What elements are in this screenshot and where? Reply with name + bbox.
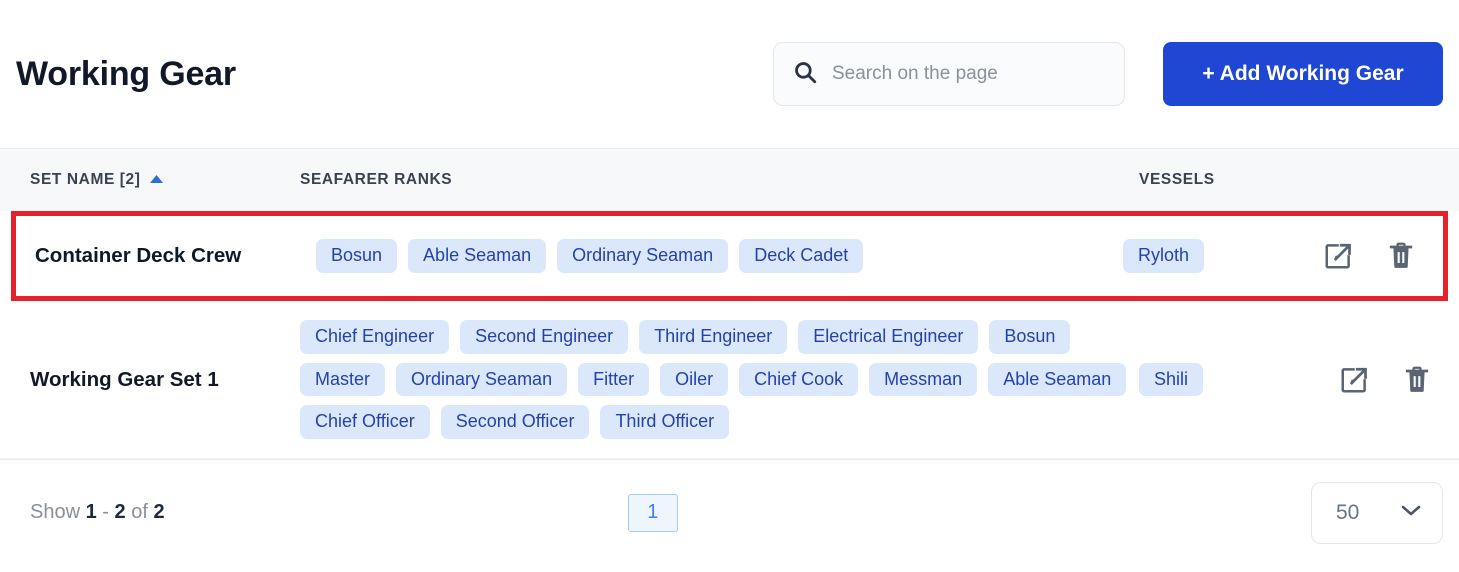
add-working-gear-button[interactable]: + Add Working Gear bbox=[1163, 42, 1443, 106]
vessel-tag-list: Ryloth bbox=[1123, 239, 1313, 273]
row-set-name-cell: Container Deck Crew bbox=[16, 244, 316, 268]
working-gear-page: Working Gear + Add Working Gear SET NAME… bbox=[0, 0, 1459, 572]
set-name-value: Container Deck Crew bbox=[35, 244, 242, 267]
rank-tag: Deck Cadet bbox=[739, 239, 864, 273]
range-from: 1 bbox=[85, 501, 97, 523]
column-header-set-name[interactable]: SET NAME [2] bbox=[0, 171, 300, 189]
rank-tag: Fitter bbox=[578, 362, 650, 397]
rank-tag: Ordinary Seaman bbox=[557, 239, 729, 273]
rank-tag: Messman bbox=[869, 362, 978, 397]
search-input[interactable] bbox=[832, 63, 1106, 85]
pagination: 1 bbox=[165, 493, 1311, 532]
rank-tag: Master bbox=[300, 362, 386, 397]
rank-tag: Chief Officer bbox=[300, 405, 430, 440]
page-title: Working Gear bbox=[16, 54, 236, 93]
column-header-seafarer-ranks[interactable]: SEAFARER RANKS bbox=[300, 171, 1139, 189]
search-box[interactable] bbox=[773, 42, 1125, 106]
table-header-row: SET NAME [2] SEAFARER RANKS VESSELS bbox=[0, 149, 1459, 211]
working-gear-table: SET NAME [2] SEAFARER RANKS VESSELS Cont… bbox=[0, 148, 1459, 565]
rank-tag: Able Seaman bbox=[988, 362, 1127, 397]
range-separator: - bbox=[102, 501, 109, 523]
rank-tag: Third Officer bbox=[600, 405, 730, 440]
rank-tag: Bosun bbox=[989, 319, 1071, 354]
rank-tag: Oiler bbox=[660, 362, 729, 397]
row-set-name-cell: Working Gear Set 1 bbox=[0, 368, 300, 392]
column-header-seafarer-ranks-label: SEAFARER RANKS bbox=[300, 171, 453, 188]
column-header-vessels-label: VESSELS bbox=[1139, 171, 1215, 188]
search-icon bbox=[792, 59, 818, 90]
row-actions-cell bbox=[1313, 241, 1443, 271]
of-label: of bbox=[131, 501, 148, 523]
rank-tag: Electrical Engineer bbox=[798, 319, 979, 354]
row-vessels-cell: Ryloth bbox=[1123, 239, 1313, 273]
show-label: Show bbox=[30, 501, 81, 523]
rank-tag-list: Chief Engineer Second Engineer Third Eng… bbox=[300, 319, 1139, 440]
rank-tag: Third Engineer bbox=[639, 319, 788, 354]
sort-ascending-icon[interactable] bbox=[149, 171, 164, 189]
rank-tag: Chief Engineer bbox=[300, 319, 450, 354]
column-header-set-name-label: SET NAME [2] bbox=[30, 171, 141, 188]
rank-tag: Able Seaman bbox=[408, 239, 547, 273]
delete-icon[interactable] bbox=[1403, 365, 1431, 395]
chevron-down-icon bbox=[1400, 503, 1422, 522]
per-page-select[interactable]: 50 bbox=[1311, 481, 1443, 544]
rank-tag: Ordinary Seaman bbox=[396, 362, 568, 397]
table-footer: Show 1 - 2 of 2 1 50 bbox=[0, 459, 1459, 565]
range-to: 2 bbox=[114, 501, 126, 523]
vessel-tag-list: Shili bbox=[1139, 362, 1329, 397]
total-count: 2 bbox=[153, 501, 165, 523]
row-seafarer-ranks-cell: Chief Engineer Second Engineer Third Eng… bbox=[300, 319, 1139, 440]
row-vessels-cell: Shili bbox=[1139, 362, 1329, 397]
delete-icon[interactable] bbox=[1387, 241, 1415, 271]
table-row[interactable]: Container Deck Crew Bosun Able Seaman Or… bbox=[11, 211, 1448, 301]
page-header: Working Gear + Add Working Gear bbox=[0, 0, 1459, 148]
row-seafarer-ranks-cell: Bosun Able Seaman Ordinary Seaman Deck C… bbox=[316, 239, 1123, 273]
column-header-vessels[interactable]: VESSELS bbox=[1139, 171, 1329, 189]
record-range-text: Show 1 - 2 of 2 bbox=[30, 501, 165, 523]
table-row[interactable]: Working Gear Set 1 Chief Engineer Second… bbox=[0, 301, 1459, 459]
rank-tag: Second Officer bbox=[440, 405, 590, 440]
record-range: Show 1 - 2 of 2 bbox=[30, 501, 165, 524]
edit-icon[interactable] bbox=[1323, 241, 1353, 271]
row-actions-cell bbox=[1329, 365, 1459, 395]
pagination-page-1[interactable]: 1 bbox=[627, 493, 678, 532]
rank-tag: Chief Cook bbox=[739, 362, 859, 397]
rank-tag: Second Engineer bbox=[460, 319, 629, 354]
per-page-value: 50 bbox=[1336, 500, 1360, 524]
set-name-value: Working Gear Set 1 bbox=[30, 367, 219, 391]
edit-icon[interactable] bbox=[1339, 365, 1369, 395]
rank-tag-list: Bosun Able Seaman Ordinary Seaman Deck C… bbox=[316, 239, 1123, 273]
vessel-tag: Ryloth bbox=[1123, 239, 1205, 273]
vessel-tag: Shili bbox=[1139, 362, 1204, 397]
rank-tag: Bosun bbox=[316, 239, 398, 273]
